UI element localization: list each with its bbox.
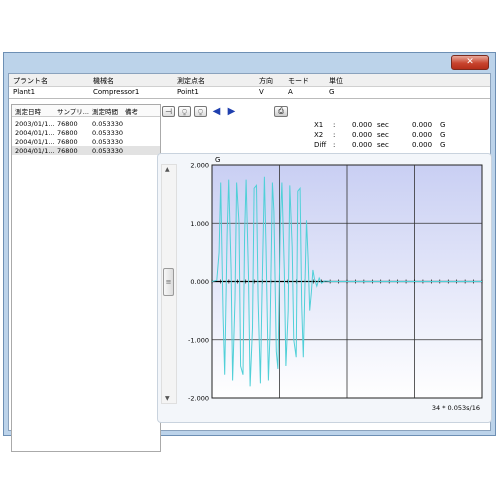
y-tick-label: 2.000 [190, 162, 209, 170]
y-tick-labels: 2.000 1.000 0.000 -1.000 -2.000 [188, 162, 209, 403]
y-tick-label: 1.000 [190, 220, 209, 228]
waveform-chart[interactable]: 2.000 1.000 0.000 -1.000 -2.000 G 34 * 0.053… [0, 0, 500, 500]
y-axis-unit-label: G [215, 156, 220, 164]
y-tick-label: -1.000 [188, 336, 209, 344]
x-scale-footer: 34 * 0.053s/16 [432, 404, 480, 412]
y-tick-label: 0.000 [190, 278, 209, 286]
y-tick-label: -2.000 [188, 395, 209, 403]
